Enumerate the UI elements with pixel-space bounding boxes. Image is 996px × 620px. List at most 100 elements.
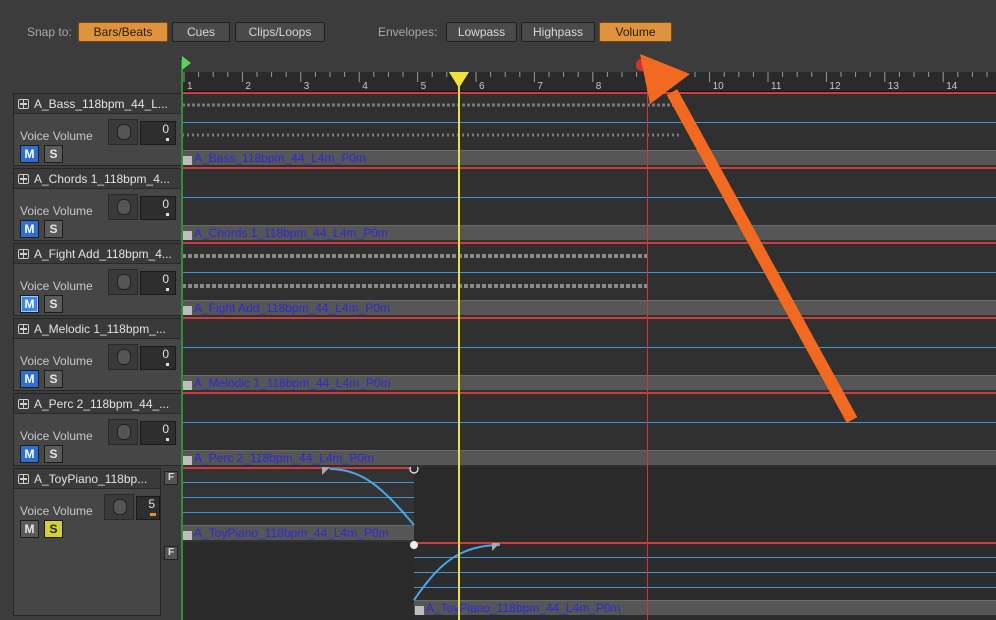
volume-envelope-line[interactable] (182, 422, 996, 423)
volume-value-text: 0 (162, 347, 169, 361)
clip-bar[interactable]: A_Chords 1_118bpm_44_L4m_P0m (182, 225, 996, 240)
track-lane-fight-add[interactable]: A_Fight Add_118bpm_44_L4m_P0m (182, 242, 996, 317)
volume-value-text: 0 (162, 272, 169, 286)
collapse-icon[interactable] (18, 474, 29, 484)
mute-button[interactable]: M (20, 295, 39, 313)
ruler-bar-label: 9 (654, 81, 660, 92)
volume-value[interactable]: 0 (140, 271, 176, 295)
volume-value[interactable]: 0 (140, 421, 176, 445)
envelope-lowpass-button[interactable]: Lowpass (446, 22, 517, 42)
snap-clips-loops-button[interactable]: Clips/Loops (235, 22, 325, 42)
volume-envelope-line[interactable] (182, 197, 996, 198)
clip-label: A_Bass_118bpm_44_L4m_P0m (194, 151, 366, 165)
volume-envelope-line[interactable] (182, 272, 996, 273)
loop-end-marker[interactable] (636, 59, 646, 71)
ruler-bar-label: 3 (304, 81, 310, 92)
timeline-ruler[interactable]: 1 2 3 4 5 6 7 8 9 10 11 12 13 14 (182, 72, 996, 92)
track-header-melodic: A_Melodic 1_118bpm_... Voice Volume 0 M … (13, 318, 182, 391)
track-lane-bass[interactable]: A_Bass_118bpm_44_L4m_P0m (182, 92, 996, 167)
clip-handle[interactable] (183, 231, 192, 240)
volume-value-text: 5 (148, 497, 155, 511)
envelope-highpass-button[interactable]: Highpass (521, 22, 595, 42)
clip-label: A_Fight Add_118bpm_44_L4m_P0m (194, 301, 390, 315)
mute-button[interactable]: M (20, 145, 39, 163)
clip-handle[interactable] (183, 156, 192, 165)
volume-value[interactable]: 0 (140, 121, 176, 145)
clip-bar[interactable]: A_Melodic 1_118bpm_44_L4m_P0m (182, 375, 996, 390)
clip-bar[interactable]: A_Bass_118bpm_44_L4m_P0m (182, 150, 996, 165)
playhead-marker[interactable] (449, 72, 469, 88)
volume-envelope-line[interactable] (182, 122, 996, 123)
volume-knob[interactable] (108, 269, 138, 295)
solo-button[interactable]: S (44, 295, 63, 313)
voice-volume-label: Voice Volume (20, 504, 93, 518)
track-lane-melodic[interactable]: A_Melodic 1_118bpm_44_L4m_P0m (182, 317, 996, 392)
mute-button[interactable]: M (20, 445, 39, 463)
playhead-line[interactable] (458, 72, 460, 620)
volume-value[interactable]: 0 (140, 196, 176, 220)
volume-value-text: 0 (162, 122, 169, 136)
ruler-bar-label: 1 (187, 81, 193, 92)
clip-bar[interactable]: A_Fight Add_118bpm_44_L4m_P0m (182, 300, 996, 315)
voice-volume-label: Voice Volume (20, 279, 93, 293)
snap-bars-beats-button[interactable]: Bars/Beats (78, 22, 168, 42)
fade-curves[interactable] (182, 467, 996, 620)
ruler-bar-label: 10 (713, 81, 725, 92)
clip-handle[interactable] (183, 306, 192, 315)
fade-button-1[interactable]: F (164, 471, 178, 485)
track-lane-chords[interactable]: A_Chords 1_118bpm_44_L4m_P0m (182, 167, 996, 242)
volume-envelope-line[interactable] (182, 347, 996, 348)
solo-button[interactable]: S (44, 220, 63, 238)
volume-knob[interactable] (108, 344, 138, 370)
track-name-row: A_Perc 2_118bpm_44_... (14, 394, 181, 414)
track-name: A_Chords 1_118bpm_4... (34, 172, 170, 186)
volume-knob[interactable] (108, 194, 138, 220)
solo-button[interactable]: S (44, 145, 63, 163)
solo-button[interactable]: S (44, 520, 63, 538)
volume-knob[interactable] (108, 419, 138, 445)
track-top-line (182, 392, 996, 394)
track-top-line (182, 317, 996, 319)
loop-start-line (181, 60, 183, 620)
clip-bar[interactable]: A_Perc 2_118bpm_44_L4m_P0m (182, 450, 996, 465)
mute-button[interactable]: M (20, 370, 39, 388)
clip-label: A_Chords 1_118bpm_44_L4m_P0m (194, 226, 388, 240)
mute-button[interactable]: M (20, 220, 39, 238)
volume-value[interactable]: 5 (136, 496, 160, 520)
track-name-row: A_Chords 1_118bpm_4... (14, 169, 181, 189)
voice-volume-label: Voice Volume (20, 129, 93, 143)
fade-button-2[interactable]: F (164, 546, 178, 560)
voice-volume-label: Voice Volume (20, 354, 93, 368)
solo-button[interactable]: S (44, 445, 63, 463)
expand-icon[interactable] (18, 399, 29, 409)
expand-icon[interactable] (18, 249, 29, 259)
clip-handle[interactable] (183, 381, 192, 390)
track-header-perc: A_Perc 2_118bpm_44_... Voice Volume 0 M … (13, 393, 182, 466)
clip-handle[interactable] (183, 456, 192, 465)
volume-knob[interactable] (104, 494, 134, 520)
track-top-line (182, 167, 996, 169)
loop-start-marker[interactable] (182, 56, 191, 70)
voice-volume-label: Voice Volume (20, 204, 93, 218)
volume-value[interactable]: 0 (140, 346, 176, 370)
track-lane-perc[interactable]: A_Perc 2_118bpm_44_L4m_P0m (182, 392, 996, 467)
ruler-bar-label: 7 (537, 81, 543, 92)
snap-cues-button[interactable]: Cues (172, 22, 230, 42)
volume-value-text: 0 (162, 197, 169, 211)
loop-end-line (647, 72, 648, 620)
ruler-bar-label: 4 (362, 81, 368, 92)
solo-button[interactable]: S (44, 370, 63, 388)
timeline-area[interactable]: A_Bass_118bpm_44_L4m_P0m A_Chords 1_118b… (182, 92, 996, 620)
ruler-bar-label: 8 (596, 81, 602, 92)
volume-knob[interactable] (108, 119, 138, 145)
expand-icon[interactable] (18, 324, 29, 334)
mute-button[interactable]: M (20, 520, 39, 538)
track-header-fight-add: A_Fight Add_118bpm_4... Voice Volume 0 M… (13, 243, 182, 316)
track-lane-toypiano[interactable]: A_ToyPiano_118bpm_44_L4m_P0m A_ToyPiano_… (182, 467, 996, 620)
toolbar: Snap to: Bars/Beats Cues Clips/Loops Env… (0, 0, 996, 60)
envelope-volume-button[interactable]: Volume (599, 22, 672, 42)
track-name-row: A_Melodic 1_118bpm_... (14, 319, 181, 339)
ruler-bar-label: 5 (421, 81, 427, 92)
expand-icon[interactable] (18, 174, 29, 184)
expand-icon[interactable] (18, 99, 29, 109)
